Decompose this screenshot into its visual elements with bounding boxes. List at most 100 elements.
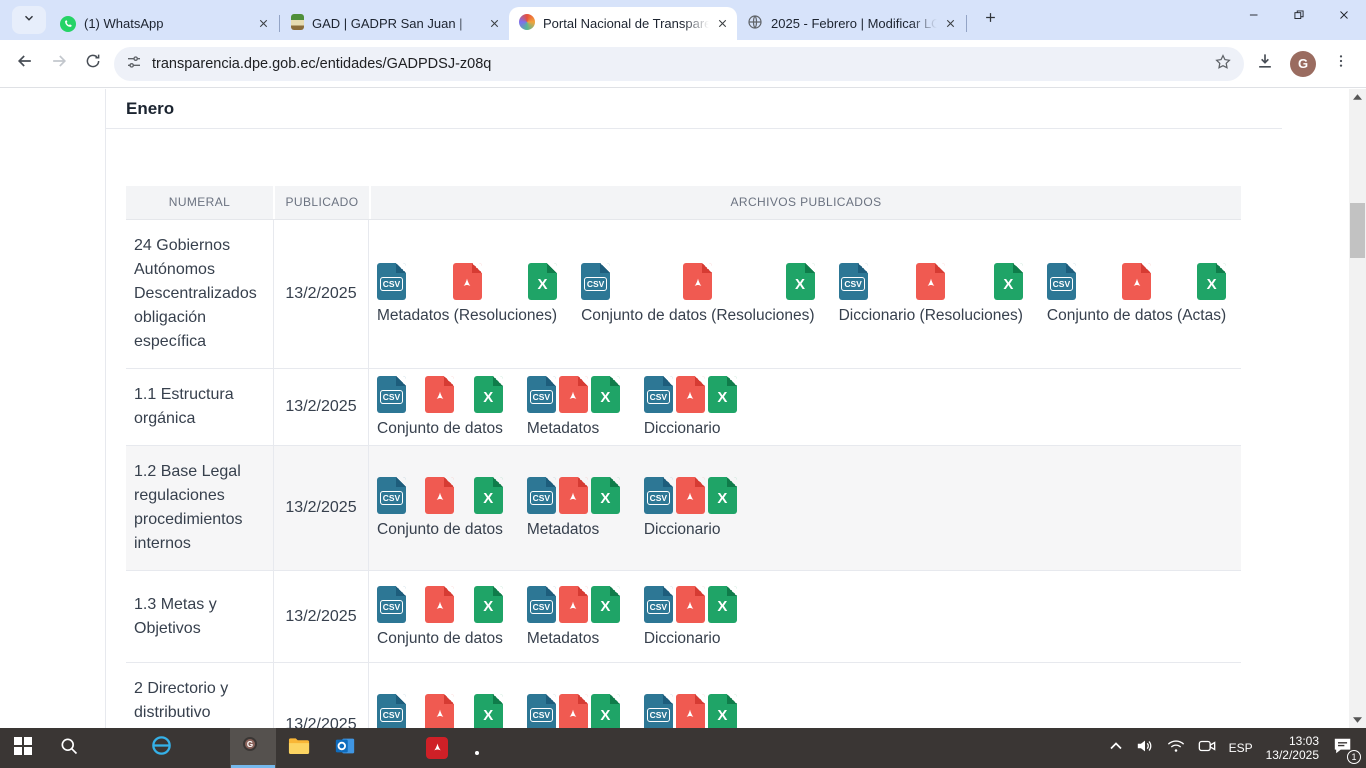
- file-download-group[interactable]: CSVX Diccionario: [644, 694, 737, 728]
- csv-file-icon[interactable]: CSV: [644, 586, 673, 623]
- scroll-down-icon[interactable]: [1349, 712, 1366, 728]
- tab-close-icon[interactable]: [714, 15, 731, 32]
- taskbar-app-firefox[interactable]: [368, 728, 414, 768]
- csv-file-icon[interactable]: CSV: [644, 477, 673, 514]
- file-download-group[interactable]: CSVX Metadatos: [527, 694, 620, 728]
- pdf-file-icon[interactable]: [559, 694, 588, 728]
- taskbar-app-start[interactable]: [0, 728, 46, 768]
- file-download-group[interactable]: CSVX Metadatos: [527, 376, 620, 438]
- csv-file-icon[interactable]: CSV: [1047, 263, 1076, 300]
- taskbar-app-search[interactable]: [46, 728, 92, 768]
- close-window-button[interactable]: [1321, 0, 1366, 34]
- xls-file-icon[interactable]: X: [708, 586, 737, 623]
- tab-close-icon[interactable]: [486, 15, 503, 32]
- xls-file-icon[interactable]: X: [474, 477, 503, 514]
- file-download-group[interactable]: CSVX Conjunto de datos: [377, 477, 503, 539]
- xls-file-icon[interactable]: X: [591, 477, 620, 514]
- minimize-button[interactable]: [1231, 0, 1276, 34]
- browser-tab[interactable]: (1) WhatsApp: [50, 7, 278, 40]
- pdf-file-icon[interactable]: [559, 376, 588, 413]
- pdf-file-icon[interactable]: [916, 263, 945, 300]
- file-download-group[interactable]: CSVX Diccionario: [644, 586, 737, 648]
- pdf-file-icon[interactable]: [425, 477, 454, 514]
- xls-file-icon[interactable]: X: [591, 694, 620, 728]
- xls-file-icon[interactable]: X: [786, 263, 815, 300]
- file-download-group[interactable]: CSVX Metadatos (Resoluciones): [377, 263, 557, 325]
- downloads-button[interactable]: [1248, 47, 1282, 81]
- pdf-file-icon[interactable]: [559, 477, 588, 514]
- reload-button[interactable]: [76, 47, 110, 81]
- pdf-file-icon[interactable]: [425, 376, 454, 413]
- browser-tab[interactable]: Portal Nacional de Transparenci: [509, 7, 737, 40]
- scroll-up-icon[interactable]: [1349, 89, 1366, 105]
- file-download-group[interactable]: CSVX Diccionario: [644, 477, 737, 539]
- csv-file-icon[interactable]: CSV: [377, 694, 406, 728]
- action-center-button[interactable]: 1: [1332, 736, 1358, 760]
- xls-file-icon[interactable]: X: [708, 477, 737, 514]
- csv-file-icon[interactable]: CSV: [527, 694, 556, 728]
- xls-file-icon[interactable]: X: [591, 376, 620, 413]
- xls-file-icon[interactable]: X: [708, 376, 737, 413]
- pdf-file-icon[interactable]: [425, 586, 454, 623]
- forward-button[interactable]: [42, 47, 76, 81]
- xls-file-icon[interactable]: X: [528, 263, 557, 300]
- csv-file-icon[interactable]: CSV: [377, 477, 406, 514]
- restore-button[interactable]: [1276, 0, 1321, 34]
- pdf-file-icon[interactable]: [453, 263, 482, 300]
- csv-file-icon[interactable]: CSV: [581, 263, 610, 300]
- browser-tab[interactable]: 2025 - Febrero | Modificar LOTA: [737, 7, 965, 40]
- taskbar-clock[interactable]: 13:03 13/2/2025: [1266, 734, 1319, 762]
- xls-file-icon[interactable]: X: [1197, 263, 1226, 300]
- tray-expand-icon[interactable]: [1109, 739, 1123, 757]
- pdf-file-icon[interactable]: [676, 376, 705, 413]
- xls-file-icon[interactable]: X: [591, 586, 620, 623]
- file-download-group[interactable]: CSVX Conjunto de datos (Resoluciones): [581, 263, 815, 325]
- address-bar[interactable]: transparencia.dpe.gob.ec/entidades/GADPD…: [114, 47, 1244, 81]
- bookmark-button[interactable]: [1214, 53, 1232, 75]
- taskbar-app-acrobat[interactable]: [414, 728, 460, 768]
- url-text[interactable]: transparencia.dpe.gob.ec/entidades/GADPD…: [152, 56, 491, 72]
- vertical-scrollbar[interactable]: [1349, 89, 1366, 728]
- pdf-file-icon[interactable]: [683, 263, 712, 300]
- xls-file-icon[interactable]: X: [708, 694, 737, 728]
- profile-avatar[interactable]: G: [1290, 51, 1316, 77]
- tab-close-icon[interactable]: [942, 15, 959, 32]
- taskbar-app-photos[interactable]: [460, 728, 506, 768]
- tab-close-icon[interactable]: [255, 15, 272, 32]
- file-download-group[interactable]: CSVX Diccionario (Resoluciones): [839, 263, 1023, 325]
- wifi-icon[interactable]: [1167, 739, 1185, 758]
- taskbar-app-outlook[interactable]: [322, 728, 368, 768]
- browser-menu-button[interactable]: [1324, 47, 1358, 81]
- site-settings-icon[interactable]: [126, 54, 142, 74]
- xls-file-icon[interactable]: X: [474, 376, 503, 413]
- file-download-group[interactable]: CSVX Conjunto de datos: [377, 586, 503, 648]
- taskbar-app-internet-explorer[interactable]: [138, 728, 184, 768]
- pdf-file-icon[interactable]: [676, 694, 705, 728]
- pdf-file-icon[interactable]: [425, 694, 454, 728]
- taskbar-app-file-explorer[interactable]: [276, 728, 322, 768]
- file-download-group[interactable]: CSVX Conjunto de datos (Actas): [1047, 263, 1226, 325]
- tab-search-button[interactable]: [12, 6, 46, 34]
- back-button[interactable]: [8, 47, 42, 81]
- xls-file-icon[interactable]: X: [474, 586, 503, 623]
- file-download-group[interactable]: CSVX Metadatos: [527, 477, 620, 539]
- volume-icon[interactable]: [1136, 738, 1154, 759]
- csv-file-icon[interactable]: CSV: [527, 376, 556, 413]
- scrollbar-thumb[interactable]: [1350, 203, 1365, 258]
- taskbar-app-copilot[interactable]: [92, 728, 138, 768]
- taskbar-app-chrome[interactable]: G: [230, 728, 276, 768]
- file-download-group[interactable]: CSVX Metadatos: [527, 586, 620, 648]
- file-download-group[interactable]: CSVX Conjunto de datos: [377, 694, 503, 728]
- csv-file-icon[interactable]: CSV: [644, 376, 673, 413]
- browser-tab[interactable]: GAD | GADPR San Juan |: [281, 7, 509, 40]
- xls-file-icon[interactable]: X: [474, 694, 503, 728]
- pdf-file-icon[interactable]: [559, 586, 588, 623]
- file-download-group[interactable]: CSVX Conjunto de datos: [377, 376, 503, 438]
- csv-file-icon[interactable]: CSV: [377, 586, 406, 623]
- file-download-group[interactable]: CSVX Diccionario: [644, 376, 737, 438]
- language-indicator[interactable]: ESP: [1229, 741, 1253, 755]
- xls-file-icon[interactable]: X: [994, 263, 1023, 300]
- csv-file-icon[interactable]: CSV: [527, 477, 556, 514]
- taskbar-app-edge[interactable]: [184, 728, 230, 768]
- csv-file-icon[interactable]: CSV: [377, 263, 406, 300]
